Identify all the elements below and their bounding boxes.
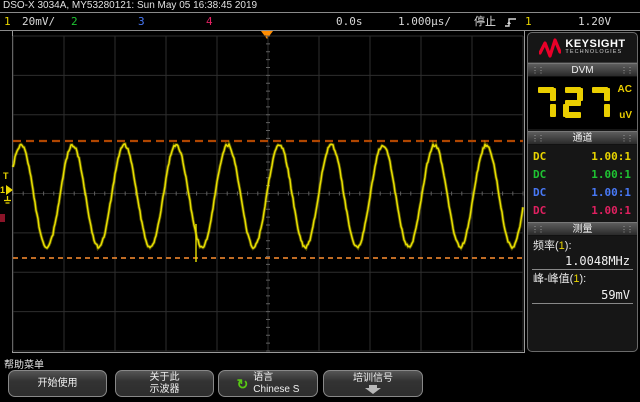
measurement-1-value: 1.0048MHz [564,254,630,268]
ch1-ground-marker[interactable]: 1 [0,185,14,195]
dvm-readout: AC uV [528,77,637,129]
channels-panel-header[interactable]: ⋮⋮ 通道 ⋮⋮ [528,131,637,145]
channel-row-2: DC 1.00:1 [533,168,631,181]
measurement-2-label: 峰-峰值(1): [533,273,587,285]
training-down-arrow-icon [365,385,381,394]
grip-icon: ⋮⋮ [531,66,545,75]
grip-icon: ⋮⋮ [620,66,634,75]
keysight-logo: KEYSIGHT TECHNOLOGIES [528,33,637,63]
ground-symbol-icon [3,196,12,207]
oscilloscope-screen: DSO-X 3034A, MY53280121: Sun May 05 16:3… [0,0,640,402]
trigger-level-marker[interactable] [0,214,5,222]
language-cycle-icon: ↻ [236,375,249,392]
channel-row-1: DC 1.00:1 [533,150,631,163]
softkey-training-signals[interactable]: 培训信号 [323,370,423,397]
grip-icon: ⋮⋮ [531,225,545,234]
ch1-marker-arrow-icon [6,185,14,195]
grip-icon: ⋮⋮ [620,134,634,143]
softkey-getting-started[interactable]: 开始使用 [8,370,107,397]
measure-panel-header[interactable]: ⋮⋮ 测量 ⋮⋮ [528,222,637,236]
info-sidebar: KEYSIGHT TECHNOLOGIES ⋮⋮ DVM ⋮⋮ AC uV ⋮⋮… [527,32,638,352]
dvm-unit: uV [619,110,632,121]
measure-separator [532,269,633,270]
grip-icon: ⋮⋮ [531,134,545,143]
dvm-panel-header[interactable]: ⋮⋮ DVM ⋮⋮ [528,63,637,77]
softkey-language[interactable]: ↻ 语言 Chinese S [218,370,318,397]
menu-title: 帮助菜单 [4,360,44,371]
channel-row-3: DC 1.00:1 [533,186,631,199]
dvm-seven-segment-value [536,87,610,118]
trigger-time-marker[interactable]: T [3,172,9,181]
channel-row-4: DC 1.00:1 [533,204,631,217]
measure-separator [532,303,633,304]
softkey-about-scope[interactable]: 关于此 示波器 [115,370,214,397]
brand-subtitle: TECHNOLOGIES [565,49,623,56]
grip-icon: ⋮⋮ [620,225,634,234]
measurement-1-label: 频率(1): [533,240,572,252]
measurement-2-value: 59mV [601,288,630,302]
keysight-wave-icon [539,37,562,58]
dvm-coupling: AC [617,84,632,95]
